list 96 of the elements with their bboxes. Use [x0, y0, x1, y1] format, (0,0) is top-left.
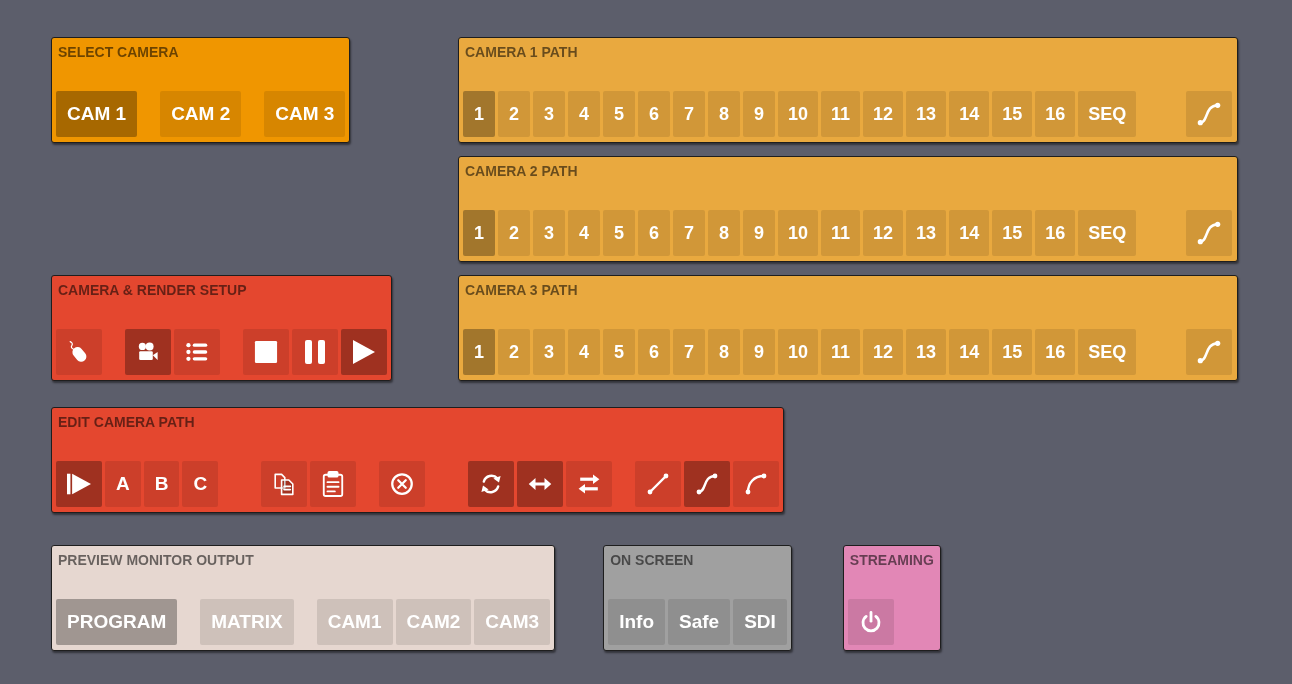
icon-button[interactable]	[125, 329, 171, 375]
waypoint-button[interactable]: 3	[533, 210, 565, 256]
toggle-button[interactable]: C	[182, 461, 219, 507]
toggle-button[interactable]: MATRIX	[200, 599, 294, 645]
waypoint-button[interactable]: 9	[743, 91, 775, 137]
icon-button[interactable]	[292, 329, 338, 375]
icon-button[interactable]	[341, 329, 387, 375]
toggle-button[interactable]: Safe	[668, 599, 731, 645]
panel-title: PREVIEW MONITOR OUTPUT	[57, 552, 255, 568]
waypoint-button[interactable]: 6	[638, 329, 670, 375]
waypoint-button[interactable]: 8	[708, 91, 740, 137]
icon-button[interactable]	[243, 329, 289, 375]
icon-button[interactable]	[566, 461, 613, 507]
icon-button[interactable]	[468, 461, 515, 507]
waypoint-button[interactable]: 16	[1035, 91, 1076, 137]
waypoint-button[interactable]: 12	[863, 329, 904, 375]
waypoint-button[interactable]: 12	[863, 91, 904, 137]
icon-button[interactable]	[56, 329, 102, 375]
waypoint-button[interactable]: 8	[708, 210, 740, 256]
waypoint-button[interactable]: 6	[638, 91, 670, 137]
panel-title: CAMERA & RENDER SETUP	[57, 282, 248, 298]
waypoint-button[interactable]: 9	[743, 329, 775, 375]
icon-button[interactable]	[733, 461, 780, 507]
toggle-button[interactable]: CAM2	[395, 599, 472, 645]
waypoint-button[interactable]: 11	[821, 329, 861, 375]
waypoint-button[interactable]: 2	[498, 210, 530, 256]
panel-title: CAMERA 2 PATH	[464, 163, 579, 179]
waypoint-button[interactable]: 1	[463, 91, 495, 137]
waypoint-button[interactable]: 15	[992, 210, 1033, 256]
icon-button[interactable]	[635, 461, 682, 507]
waypoint-button[interactable]: 5	[603, 91, 635, 137]
pause-icon	[304, 339, 326, 365]
waypoint-button[interactable]: 14	[949, 329, 990, 375]
panel-title: ON SCREEN	[609, 552, 695, 568]
panel-title: CAMERA 1 PATH	[464, 44, 579, 60]
waypoint-button[interactable]: 16	[1035, 210, 1076, 256]
icon-button[interactable]	[310, 461, 357, 507]
panel-title: STREAMING	[848, 552, 935, 568]
waypoint-button[interactable]: 5	[603, 329, 635, 375]
clipboard-icon	[321, 469, 346, 499]
waypoint-button[interactable]: 14	[949, 210, 990, 256]
waypoint-button[interactable]: 8	[708, 329, 740, 375]
toggle-button[interactable]: CAM3	[474, 599, 551, 645]
icon-button[interactable]	[847, 599, 894, 645]
waypoint-button[interactable]: 2	[498, 91, 530, 137]
waypoint-button[interactable]: 7	[673, 91, 705, 137]
play-icon	[352, 339, 376, 365]
icon-button[interactable]	[684, 461, 731, 507]
waypoint-button[interactable]: 9	[743, 210, 775, 256]
icon-button[interactable]	[56, 461, 102, 507]
panel-title: CAMERA 3 PATH	[464, 282, 579, 298]
icon-button[interactable]	[261, 461, 308, 507]
waypoint-button[interactable]: 3	[533, 329, 565, 375]
panel-title: EDIT CAMERA PATH	[57, 414, 196, 430]
waypoint-button[interactable]: 14	[949, 91, 990, 137]
waypoint-button[interactable]: 6	[638, 210, 670, 256]
waypoint-button[interactable]: 1	[463, 329, 495, 375]
waypoint-button[interactable]: 11	[821, 91, 861, 137]
waypoint-button[interactable]: 11	[821, 210, 861, 256]
waypoint-button[interactable]: 7	[673, 210, 705, 256]
waypoint-button[interactable]: 16	[1035, 329, 1076, 375]
toggle-button[interactable]: B	[143, 461, 180, 507]
toggle-button[interactable]: CAM 3	[264, 91, 346, 137]
toggle-button[interactable]: Info	[608, 599, 665, 645]
toggle-button[interactable]: CAM 2	[160, 91, 242, 137]
toggle-button[interactable]: SDI	[733, 599, 787, 645]
waypoint-button[interactable]: 10	[778, 210, 819, 256]
waypoint-button[interactable]: SEQ	[1078, 210, 1137, 256]
icon-button[interactable]	[379, 461, 426, 507]
icon-button[interactable]	[174, 329, 220, 375]
waypoint-button[interactable]: 1	[463, 210, 495, 256]
waypoint-button[interactable]: 13	[906, 329, 947, 375]
waypoint-button[interactable]: SEQ	[1078, 329, 1137, 375]
toggle-button[interactable]: CAM 1	[56, 91, 138, 137]
waypoint-button[interactable]: 15	[992, 329, 1033, 375]
waypoint-button[interactable]: 4	[568, 210, 600, 256]
waypoint-button[interactable]: 2	[498, 329, 530, 375]
toggle-button[interactable]: A	[105, 461, 141, 507]
waypoint-button[interactable]: 10	[778, 329, 819, 375]
waypoint-button[interactable]: 4	[568, 329, 600, 375]
waypoint-button[interactable]: 15	[992, 91, 1033, 137]
waypoint-button[interactable]: SEQ	[1078, 91, 1137, 137]
waypoint-button[interactable]: 3	[533, 91, 565, 137]
waypoint-button[interactable]: 5	[603, 210, 635, 256]
stop-icon	[254, 339, 278, 365]
waypoint-button[interactable]: 4	[568, 91, 600, 137]
toggle-button[interactable]: CAM1	[316, 599, 393, 645]
toggle-button[interactable]: PROGRAM	[56, 599, 178, 645]
icon-button[interactable]	[517, 461, 564, 507]
panel-title: SELECT CAMERA	[57, 44, 180, 60]
waypoint-button[interactable]: 13	[906, 210, 947, 256]
waypoint-button[interactable]: 10	[778, 91, 819, 137]
step-play-icon	[67, 471, 91, 497]
waypoint-button[interactable]: 13	[906, 91, 947, 137]
waypoint-button[interactable]: 7	[673, 329, 705, 375]
waypoint-button[interactable]: 12	[863, 210, 904, 256]
